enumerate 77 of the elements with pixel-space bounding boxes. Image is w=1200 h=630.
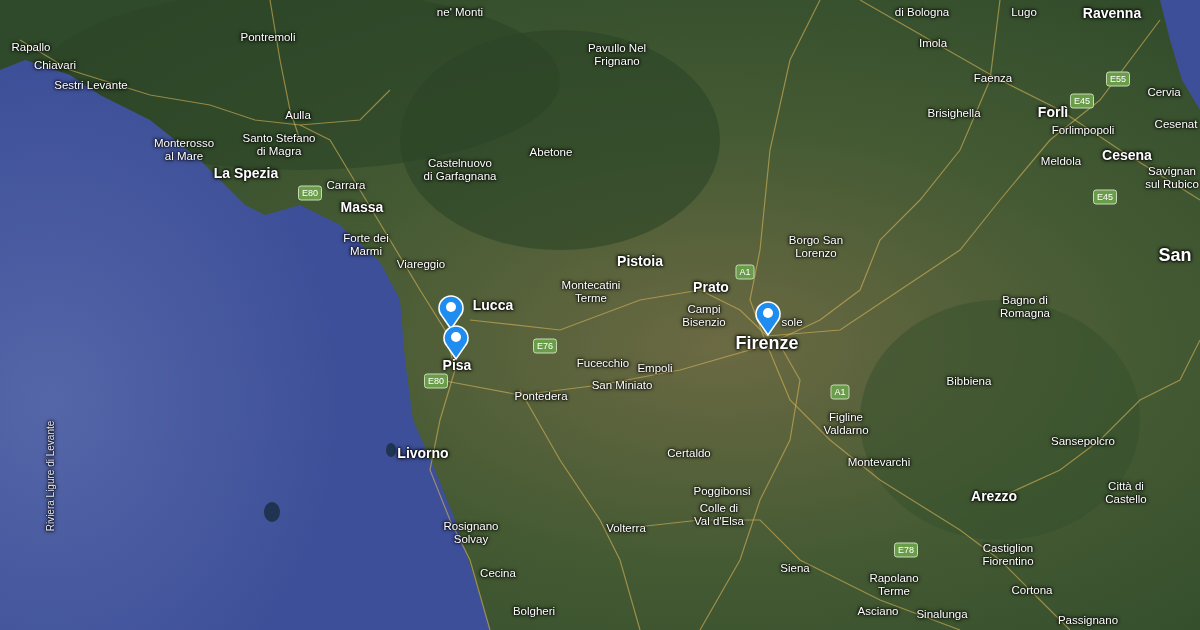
place-name: Pisa [442,357,472,373]
sea-name: Riviera Ligure di Levante [43,420,57,532]
place-name: Viareggio [396,257,446,271]
place-name: Rapallo [11,40,51,54]
place-name: Certaldo [667,446,711,460]
road-shield: E80 [424,373,448,389]
place-name: Bagno di Romagna [1000,294,1050,320]
place-name: Carrara [326,178,366,192]
place-name: Forlì [1037,104,1069,120]
place-name: sole [781,315,803,329]
place-name: Savignan sul Rubico [1145,165,1199,191]
place-name: Prato [693,279,729,295]
road-shield: A1 [735,264,755,280]
place-name: Asciano [857,604,899,618]
place-name: Forte dei Marmi [343,232,389,258]
place-name: Ravenna [1082,5,1142,21]
place-name: Città di Castello [1105,480,1147,506]
place-name: Forlimpopoli [1051,123,1115,137]
place-name: Meldola [1040,154,1082,168]
place-name: Pontedera [514,389,568,403]
place-name: Colle di Val d'Elsa [694,502,744,528]
place-name: Brisighella [927,106,981,120]
place-name: Borgo San Lorenzo [788,234,844,260]
map-pin-icon[interactable] [755,300,781,336]
place-name: Campi Bisenzio [682,303,726,329]
place-name: Rosignano Solvay [443,520,499,546]
place-name: Castiglion Fiorentino [982,542,1034,568]
place-name: Abetone [529,145,573,159]
place-name: Cecina [480,566,516,580]
place-name: Livorno [397,445,449,461]
place-name: Castelnuovo di Garfagnana [423,157,497,183]
place-name: Cesenat [1154,117,1198,131]
place-name: di Bologna [894,5,950,19]
place-name: Massa [340,199,384,215]
place-name: Santo Stefano di Magra [242,132,316,158]
map-pin-icon[interactable] [443,324,469,360]
place-name: Imola [918,36,948,50]
map-pin-icon[interactable] [438,294,464,330]
place-name: Firenze [735,333,799,353]
place-name: Pistoia [617,253,663,269]
place-name: Arezzo [971,488,1017,504]
road-shield: E76 [533,338,557,354]
place-name: Lucca [472,297,514,313]
place-name: Sansepolcro [1051,434,1115,448]
place-name: Figline Valdarno [823,411,869,437]
place-name: Cortona [1011,583,1053,597]
place-name: San [1158,245,1192,265]
road-shield: E78 [894,542,918,558]
place-name: Fucecchio [576,356,630,370]
road-shield: E80 [298,185,322,201]
road-shield: E45 [1070,93,1094,109]
place-name: Montecatini Terme [561,279,621,305]
place-name: Aulla [285,108,311,122]
place-name: Lugo [1011,5,1037,19]
place-name: Rapolano Terme [869,572,919,598]
place-name: San Miniato [591,378,653,392]
place-name: Bolgheri [512,604,556,618]
place-name: Montevarchi [847,455,911,469]
place-name: Cervia [1147,85,1181,99]
place-name: Passignano [1057,613,1119,627]
place-name: Volterra [606,521,646,535]
place-name: Siena [780,561,810,575]
place-name: Chiavari [33,58,77,72]
place-name: La Spezia [213,165,279,181]
road-shield: A1 [830,384,850,400]
place-name: Bibbiena [946,374,992,388]
road-shield: E55 [1106,71,1130,87]
place-name: Empoli [637,361,673,375]
place-name: Cesena [1102,147,1152,163]
road-shield: E45 [1093,189,1117,205]
place-name: Pontremoli [240,30,296,44]
place-name: Faenza [973,71,1013,85]
place-name: Pavullo Nel Frignano [587,42,647,68]
place-name: Sinalunga [916,607,968,621]
place-name: Poggibonsi [693,484,751,498]
place-name: Sestri Levante [54,78,128,92]
place-name: ne' Monti [436,5,484,19]
